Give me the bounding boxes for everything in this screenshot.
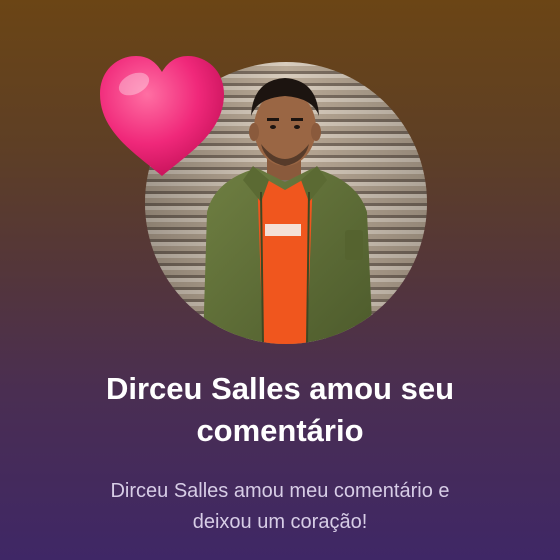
notification-message: Dirceu Salles amou meu comentário e deix…	[40, 476, 520, 538]
notification-title: Dirceu Salles amou seu comentário	[40, 368, 520, 452]
notification-title-line: comentário	[196, 413, 364, 448]
heart-icon	[96, 54, 228, 180]
notification-title-line: Dirceu Salles amou seu	[105, 371, 455, 406]
love-reaction-screen: Dirceu Salles amou seu comentário Dirceu…	[0, 0, 560, 560]
notification-message-line: deixou um coração!	[192, 511, 368, 533]
notification-message-line: Dirceu Salles amou meu comentário e	[110, 480, 450, 502]
